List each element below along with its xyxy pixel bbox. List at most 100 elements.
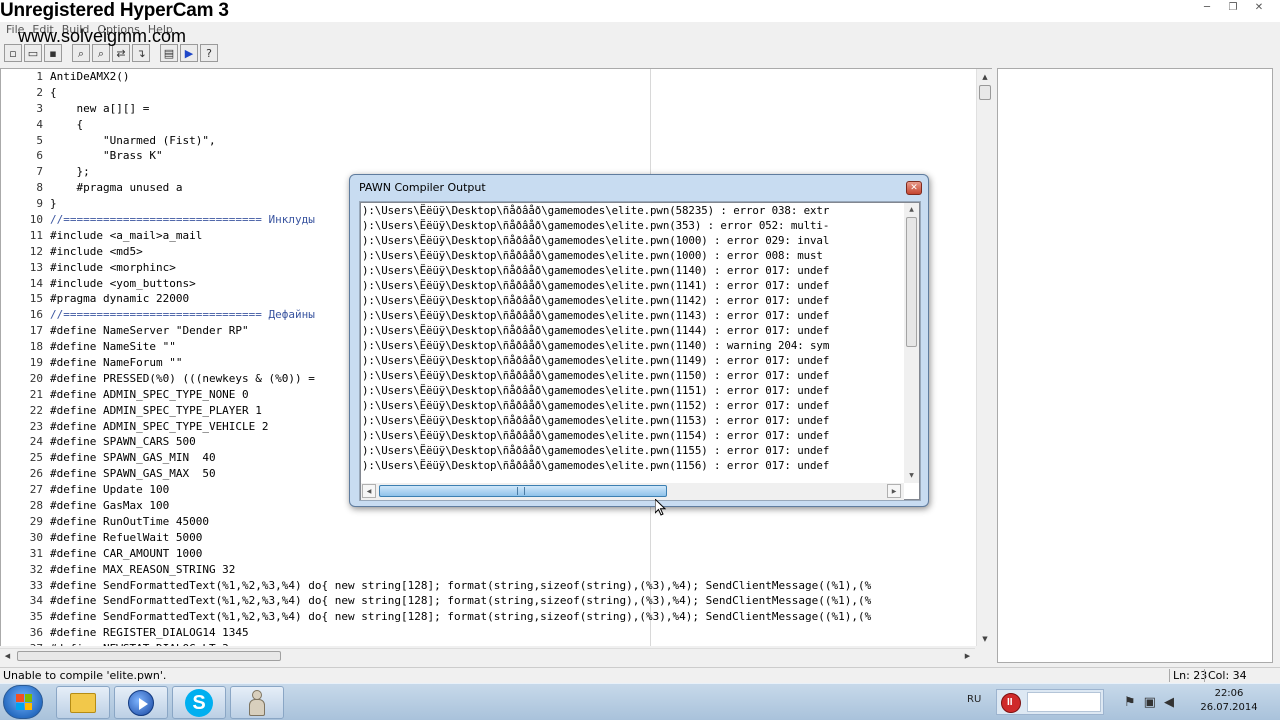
code-line[interactable]: #define RunOutTime 45000	[50, 514, 976, 530]
compiler-message[interactable]: ):\Users\Ëëüÿ\Desktop\ñåðâåð\gamemodes\e…	[362, 398, 904, 413]
window-controls: ─ ❐ ✕	[1196, 1, 1270, 15]
code-line[interactable]: #define SendFormattedText(%1,%2,%3,%4) d…	[50, 609, 976, 625]
compiler-message[interactable]: ):\Users\Ëëüÿ\Desktop\ñåðâåð\gamemodes\e…	[362, 233, 904, 248]
messages-horizontal-thumb[interactable]	[379, 485, 667, 497]
editor-vertical-scrollbar[interactable]: ▲ ▼	[976, 69, 992, 646]
minimize-button[interactable]: ─	[1196, 1, 1218, 15]
code-line[interactable]: #define RefuelWait 5000	[50, 530, 976, 546]
clock[interactable]: 22:06 26.07.2014	[1197, 687, 1261, 715]
language-indicator[interactable]: RU	[967, 694, 981, 705]
compiler-message[interactable]: ):\Users\Ëëüÿ\Desktop\ñåðâåð\gamemodes\e…	[362, 428, 904, 443]
line-number: 12	[29, 244, 43, 258]
compiler-message[interactable]: ):\Users\Ëëüÿ\Desktop\ñåðâåð\gamemodes\e…	[362, 383, 904, 398]
scroll-left-arrow-icon[interactable]: ◀	[362, 484, 376, 498]
scroll-left-arrow-icon[interactable]: ◀	[0, 649, 15, 664]
scroll-down-arrow-icon[interactable]: ▼	[904, 469, 919, 483]
clock-time: 22:06	[1214, 688, 1244, 699]
dialog-close-icon[interactable]: ✕	[906, 181, 922, 195]
close-button[interactable]: ✕	[1248, 1, 1270, 15]
action-center-icon[interactable]: ⚑	[1124, 695, 1136, 710]
compiler-message[interactable]: ):\Users\Ëëüÿ\Desktop\ñåðâåð\gamemodes\e…	[362, 368, 904, 383]
scroll-right-arrow-icon[interactable]: ▶	[960, 649, 975, 664]
scroll-up-arrow-icon[interactable]: ▲	[904, 203, 919, 217]
code-line[interactable]: AntiDeAMX2()	[50, 69, 976, 85]
line-number: 10	[29, 213, 43, 227]
recorder-watermark-url: www.solveigmm.com	[18, 26, 187, 46]
line-number: 27	[29, 483, 43, 497]
compiler-messages-list[interactable]: ):\Users\Ëëüÿ\Desktop\ñåðâåð\gamemodes\e…	[360, 202, 920, 500]
line-number: 17	[29, 324, 43, 338]
scroll-down-arrow-icon[interactable]: ▼	[977, 631, 992, 646]
start-button[interactable]	[3, 685, 43, 719]
compiler-messages: ):\Users\Ëëüÿ\Desktop\ñåðâåð\gamemodes\e…	[362, 203, 904, 483]
line-number: 28	[29, 499, 43, 513]
code-line[interactable]: #define MAX_REASON_STRING 32	[50, 562, 976, 578]
compiler-message[interactable]: ):\Users\Ëëüÿ\Desktop\ñåðâåð\gamemodes\e…	[362, 338, 904, 353]
line-number: 22	[29, 403, 43, 417]
taskbar-skype[interactable]: S	[172, 686, 226, 719]
recorder-tray	[996, 689, 1104, 715]
taskbar-media-player[interactable]	[114, 686, 168, 719]
line-number: 1	[36, 70, 43, 83]
line-number: 33	[29, 578, 43, 592]
compiler-message[interactable]: ):\Users\Ëëüÿ\Desktop\ñåðâåð\gamemodes\e…	[362, 413, 904, 428]
code-line[interactable]: new a[][] =	[50, 101, 976, 117]
line-number: 36	[29, 626, 43, 640]
line-number: 3	[36, 101, 43, 115]
notification-area: ⚑ ▣ ◀	[1124, 695, 1174, 710]
messages-horizontal-scrollbar[interactable]: ◀ ▶	[361, 483, 904, 500]
horizontal-scroll-thumb[interactable]	[17, 651, 281, 661]
restore-button[interactable]: ❐	[1222, 1, 1244, 15]
pause-recording-icon[interactable]	[1001, 693, 1021, 713]
skype-icon: S	[185, 688, 213, 717]
compiler-message[interactable]: ):\Users\Ëëüÿ\Desktop\ñåðâåð\gamemodes\e…	[362, 218, 904, 233]
line-number: 35	[29, 610, 43, 624]
taskbar-explorer[interactable]	[56, 686, 110, 719]
status-message: Unable to compile 'elite.pwn'.	[3, 669, 167, 682]
compiler-message[interactable]: ):\Users\Ëëüÿ\Desktop\ñåðâåð\gamemodes\e…	[362, 323, 904, 338]
network-icon[interactable]: ▣	[1144, 695, 1156, 710]
compiler-message[interactable]: ):\Users\Ëëüÿ\Desktop\ñåðâåð\gamemodes\e…	[362, 293, 904, 308]
line-number: 7	[36, 165, 43, 179]
line-number: 6	[36, 149, 43, 163]
code-line[interactable]: {	[50, 117, 976, 133]
taskbar-pawn[interactable]	[230, 686, 284, 719]
editor-horizontal-scrollbar[interactable]: ◀ ▶	[0, 648, 975, 663]
code-line[interactable]: #define CAR_AMOUNT 1000	[50, 546, 976, 562]
menu-bar: File Edit Build Options Help	[0, 22, 1280, 40]
line-number: 8	[36, 181, 43, 195]
vertical-scroll-thumb[interactable]	[979, 85, 991, 100]
code-line[interactable]: #define REGISTER_DIALOG14 1345	[50, 625, 976, 641]
taskbar: S RU ⚑ ▣ ◀ 22:06 26.07.2014	[0, 683, 1280, 720]
line-number: 18	[29, 340, 43, 354]
status-column: Col: 34	[1204, 669, 1247, 682]
compiler-message[interactable]: ):\Users\Ëëüÿ\Desktop\ñåðâåð\gamemodes\e…	[362, 263, 904, 278]
code-line[interactable]: {	[50, 85, 976, 101]
code-line[interactable]: #define SendFormattedText(%1,%2,%3,%4) d…	[50, 578, 976, 594]
compiler-message[interactable]: ):\Users\Ëëüÿ\Desktop\ñåðâåð\gamemodes\e…	[362, 308, 904, 323]
line-number: 13	[29, 260, 43, 274]
messages-vertical-scrollbar[interactable]: ▲ ▼	[904, 203, 919, 483]
status-bar: Unable to compile 'elite.pwn'. Ln: 23 Co…	[0, 667, 1280, 683]
scroll-up-arrow-icon[interactable]: ▲	[977, 69, 992, 85]
line-number: 19	[29, 356, 43, 370]
scroll-right-arrow-icon[interactable]: ▶	[887, 484, 901, 498]
hypercam-recording-frame: ─ ❐ ✕ Unregistered HyperCam 3 www.solvei…	[0, 0, 1280, 720]
media-player-icon	[128, 689, 154, 716]
compiler-message[interactable]: ):\Users\Ëëüÿ\Desktop\ñåðâåð\gamemodes\e…	[362, 443, 904, 458]
dialog-body: ):\Users\Ëëüÿ\Desktop\ñåðâåð\gamemodes\e…	[359, 201, 921, 501]
line-number: 25	[29, 451, 43, 465]
compiler-message[interactable]: ):\Users\Ëëüÿ\Desktop\ñåðâåð\gamemodes\e…	[362, 458, 904, 473]
line-number: 14	[29, 276, 43, 290]
messages-vertical-thumb[interactable]	[906, 217, 917, 347]
help-icon[interactable]: ?	[200, 44, 218, 62]
compiler-message[interactable]: ):\Users\Ëëüÿ\Desktop\ñåðâåð\gamemodes\e…	[362, 278, 904, 293]
compiler-message[interactable]: ):\Users\Ëëüÿ\Desktop\ñåðâåð\gamemodes\e…	[362, 203, 904, 218]
code-line[interactable]: "Unarmed (Fist)",	[50, 133, 976, 149]
compiler-message[interactable]: ):\Users\Ëëüÿ\Desktop\ñåðâåð\gamemodes\e…	[362, 248, 904, 263]
compiler-message[interactable]: ):\Users\Ëëüÿ\Desktop\ñåðâåð\gamemodes\e…	[362, 353, 904, 368]
volume-icon[interactable]: ◀	[1164, 695, 1174, 710]
code-line[interactable]: "Brass K"	[50, 148, 976, 164]
code-line[interactable]: #define NEWSTAT_DIALOG_LT 3	[50, 641, 976, 646]
code-line[interactable]: #define SendFormattedText(%1,%2,%3,%4) d…	[50, 593, 976, 609]
